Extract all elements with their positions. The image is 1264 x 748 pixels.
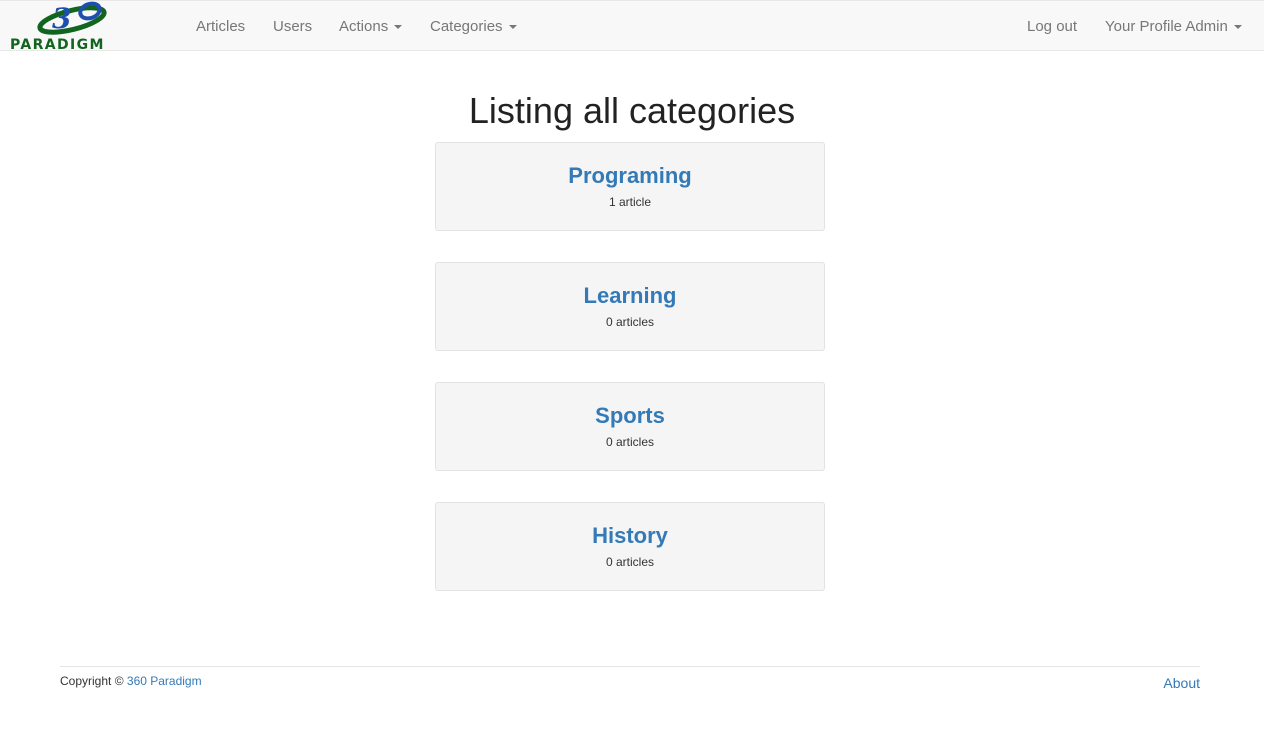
- caret-down-icon: [394, 25, 403, 30]
- footer-copyright: Copyright © 360 Paradigm: [60, 674, 202, 688]
- category-link-sports[interactable]: Sports: [436, 403, 824, 429]
- category-article-count: 0 articles: [605, 435, 655, 449]
- nav-articles[interactable]: Articles: [196, 18, 245, 35]
- category-link-programing[interactable]: Programing: [436, 163, 824, 189]
- category-link-history[interactable]: History: [436, 523, 824, 549]
- nav-logout[interactable]: Log out: [1027, 18, 1077, 35]
- nav-profile-dropdown[interactable]: Your Profile Admin: [1105, 18, 1242, 35]
- page-title: Listing all categories: [468, 90, 796, 131]
- copyright-text: Copyright ©: [60, 674, 124, 688]
- nav-profile-label: Your Profile Admin: [1105, 18, 1228, 35]
- company-link[interactable]: 360 Paradigm: [127, 674, 202, 688]
- category-link-learning[interactable]: Learning: [436, 283, 824, 309]
- nav-categories-label: Categories: [430, 18, 503, 35]
- nav-logout-label: Log out: [1027, 18, 1078, 35]
- category-card: Programing 1 article: [435, 142, 825, 231]
- category-card: History 0 articles: [435, 502, 825, 591]
- nav-categories-dropdown[interactable]: Categories: [430, 18, 517, 35]
- nav-articles-label: Articles: [196, 18, 246, 35]
- caret-down-icon: [508, 25, 517, 30]
- brand-logo-link[interactable]: 3 PARADIGM: [8, 1, 134, 51]
- about-link[interactable]: About: [1163, 675, 1200, 691]
- nav-actions-label: Actions: [339, 18, 389, 35]
- nav-users-label: Users: [273, 18, 313, 35]
- footer-divider: [60, 666, 1200, 667]
- svg-text:3: 3: [52, 2, 71, 35]
- category-article-count: 1 article: [608, 195, 652, 209]
- category-article-count: 0 articles: [605, 555, 655, 569]
- nav-actions-dropdown[interactable]: Actions: [339, 18, 403, 35]
- top-navbar: 3 PARADIGM Articles Users Actions Catego…: [0, 0, 1264, 51]
- category-card: Sports 0 articles: [435, 382, 825, 471]
- nav-users[interactable]: Users: [273, 18, 312, 35]
- caret-down-icon: [1233, 25, 1242, 30]
- category-article-count: 0 articles: [605, 315, 655, 329]
- brand-wordmark: PARADIGM: [10, 37, 105, 51]
- category-card: Learning 0 articles: [435, 262, 825, 351]
